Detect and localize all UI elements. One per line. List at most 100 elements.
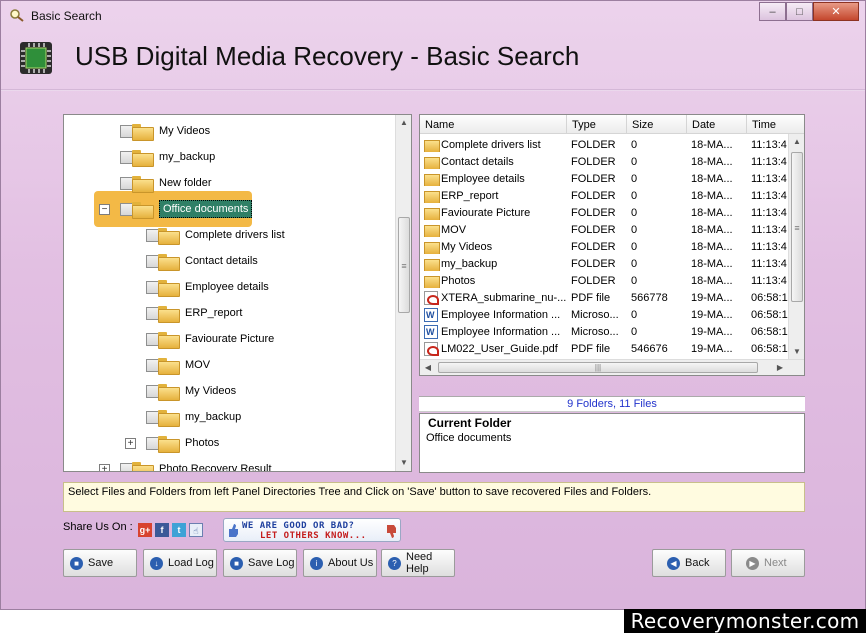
tree-node[interactable]: Photos [146, 433, 219, 453]
column-type[interactable]: Type [567, 115, 627, 134]
folder-icon [157, 409, 180, 427]
table-row[interactable]: Photos FOLDER 0 18-MA... 11:13:4 [420, 272, 804, 289]
collapse-toggle[interactable]: − [99, 204, 110, 215]
cell-type: FOLDER [571, 155, 616, 168]
scroll-up-icon[interactable]: ▲ [396, 115, 411, 131]
feedback-line2: LET OTHERS KNOW... [260, 531, 367, 541]
scroll-left-icon[interactable]: ◀ [420, 360, 436, 375]
scroll-thumb[interactable]: ≡ [398, 217, 410, 313]
table-row[interactable]: Employee Information ... Microso... 0 19-MA… [420, 306, 804, 323]
expand-toggle[interactable]: + [125, 438, 136, 449]
folder-icon [157, 331, 180, 349]
feedback-badge[interactable]: WE ARE GOOD OR BAD? LET OTHERS KNOW... [223, 518, 401, 542]
directory-tree[interactable]: My Videos my_backup New folder − Office … [63, 114, 412, 472]
save-log-button[interactable]: ■ Save Log [223, 549, 297, 577]
cell-size: 0 [631, 223, 638, 236]
cell-type: FOLDER [571, 223, 616, 236]
cell-date: 18-MA... [691, 155, 733, 168]
tree-node[interactable]: my_backup [146, 407, 241, 427]
folder-icon [131, 149, 154, 167]
cell-type: PDF file [571, 342, 611, 355]
tree-node[interactable]: Employee details [146, 277, 269, 297]
tree-node[interactable]: ERP_report [146, 303, 242, 323]
table-row[interactable]: Employee Information ... Microso... 0 19-MA… [420, 323, 804, 340]
next-button[interactable]: ▶ Next [731, 549, 805, 577]
tree-node-selected[interactable]: Office documents [120, 199, 253, 219]
cell-type: FOLDER [571, 189, 616, 202]
column-size[interactable]: Size [627, 115, 687, 134]
like-icon[interactable]: ☝ [189, 523, 203, 537]
cell-date: 18-MA... [691, 172, 733, 185]
tree-node[interactable]: New folder [120, 173, 212, 193]
table-row[interactable]: Complete drivers list FOLDER 0 18-MA... 11:1… [420, 136, 804, 153]
cell-date: 18-MA... [691, 138, 733, 151]
cell-size: 546676 [631, 342, 668, 355]
table-row[interactable]: ERP_report FOLDER 0 18-MA... 11:13:4 [420, 187, 804, 204]
need-help-button[interactable]: ? Need Help [381, 549, 455, 577]
scroll-thumb[interactable]: ≡ [791, 152, 803, 302]
load-log-button[interactable]: ↓ Load Log [143, 549, 217, 577]
table-row[interactable]: MOV FOLDER 0 18-MA... 11:13:4 [420, 221, 804, 238]
list-horizontal-scrollbar[interactable]: ◀ ||| ▶ [420, 359, 804, 375]
maximize-icon[interactable]: □ [786, 2, 813, 21]
tree-node[interactable]: MOV [146, 355, 210, 375]
column-time[interactable]: Time [747, 115, 804, 134]
scroll-down-icon[interactable]: ▼ [396, 455, 411, 471]
tree-node[interactable]: My Videos [146, 381, 236, 401]
next-arrow-icon: ▶ [746, 556, 759, 570]
expand-toggle[interactable]: + [99, 464, 110, 471]
cell-date: 19-MA... [691, 325, 733, 338]
table-row[interactable]: my_backup FOLDER 0 18-MA... 11:13:4 [420, 255, 804, 272]
scroll-down-icon[interactable]: ▼ [789, 344, 804, 360]
tree-node[interactable]: Faviourate Picture [146, 329, 274, 349]
table-row[interactable]: Faviourate Picture FOLDER 0 18-MA... 11:13:4 [420, 204, 804, 221]
current-folder-title: Current Folder [428, 416, 798, 430]
tree-node[interactable]: Complete drivers list [146, 225, 285, 245]
save-button[interactable]: ■ Save [63, 549, 137, 577]
table-row[interactable]: Employee details FOLDER 0 18-MA... 11:13:4 [420, 170, 804, 187]
cell-size: 0 [631, 325, 638, 338]
google-plus-icon[interactable]: g+ [138, 523, 152, 537]
folder-icon [131, 123, 154, 141]
file-list[interactable]: Name Type Size Date Time Complete driver… [419, 114, 805, 376]
cell-date: 18-MA... [691, 189, 733, 202]
scroll-up-icon[interactable]: ▲ [789, 134, 804, 150]
tree-node[interactable]: Contact details [146, 251, 258, 271]
folder-icon [157, 305, 180, 323]
folder-icon [157, 435, 180, 453]
tree-node[interactable]: Photo Recovery Result [120, 459, 272, 471]
about-us-button[interactable]: i About Us [303, 549, 377, 577]
tree-node[interactable]: My Videos [120, 121, 210, 141]
table-row[interactable]: XTERA_submarine_nu-... PDF file 566778 19-M… [420, 289, 804, 306]
cell-type: Microso... [571, 308, 619, 321]
column-name[interactable]: Name [420, 115, 567, 134]
table-row[interactable]: Contact details FOLDER 0 18-MA... 11:13:4 [420, 153, 804, 170]
horizontal-thumb[interactable]: ||| [438, 362, 758, 373]
cell-name: LM022_User_Guide.pdf [420, 341, 567, 356]
column-date[interactable]: Date [687, 115, 747, 134]
cell-type: FOLDER [571, 206, 616, 219]
minimize-icon[interactable]: – [759, 2, 786, 21]
cell-date: 19-MA... [691, 308, 733, 321]
tree-vertical-scrollbar[interactable]: ▲ ≡ ▼ [395, 115, 411, 471]
title-bar: Basic Search – □ ✕ [1, 1, 865, 31]
close-icon[interactable]: ✕ [813, 2, 859, 21]
folder-icon [157, 227, 180, 245]
table-row[interactable]: My Videos FOLDER 0 18-MA... 11:13:4 [420, 238, 804, 255]
main-window: Basic Search – □ ✕ USB Digital Media Rec… [0, 0, 866, 610]
cell-date: 18-MA... [691, 206, 733, 219]
tree-node[interactable]: my_backup [120, 147, 215, 167]
cell-name: MOV [420, 223, 567, 237]
twitter-icon[interactable]: t [172, 523, 186, 537]
scroll-right-icon[interactable]: ▶ [772, 360, 788, 375]
save-icon: ■ [70, 556, 83, 570]
back-button[interactable]: ◀ Back [652, 549, 726, 577]
table-row[interactable]: LM022_User_Guide.pdf PDF file 546676 19-MA.… [420, 340, 804, 357]
folder-icon [424, 257, 440, 271]
cell-type: FOLDER [571, 274, 616, 287]
list-vertical-scrollbar[interactable]: ▲ ≡ ▼ [788, 134, 804, 360]
facebook-icon[interactable]: f [155, 523, 169, 537]
pdf-icon [424, 341, 439, 356]
page-title: USB Digital Media Recovery - Basic Searc… [75, 41, 580, 71]
cell-size: 0 [631, 206, 638, 219]
